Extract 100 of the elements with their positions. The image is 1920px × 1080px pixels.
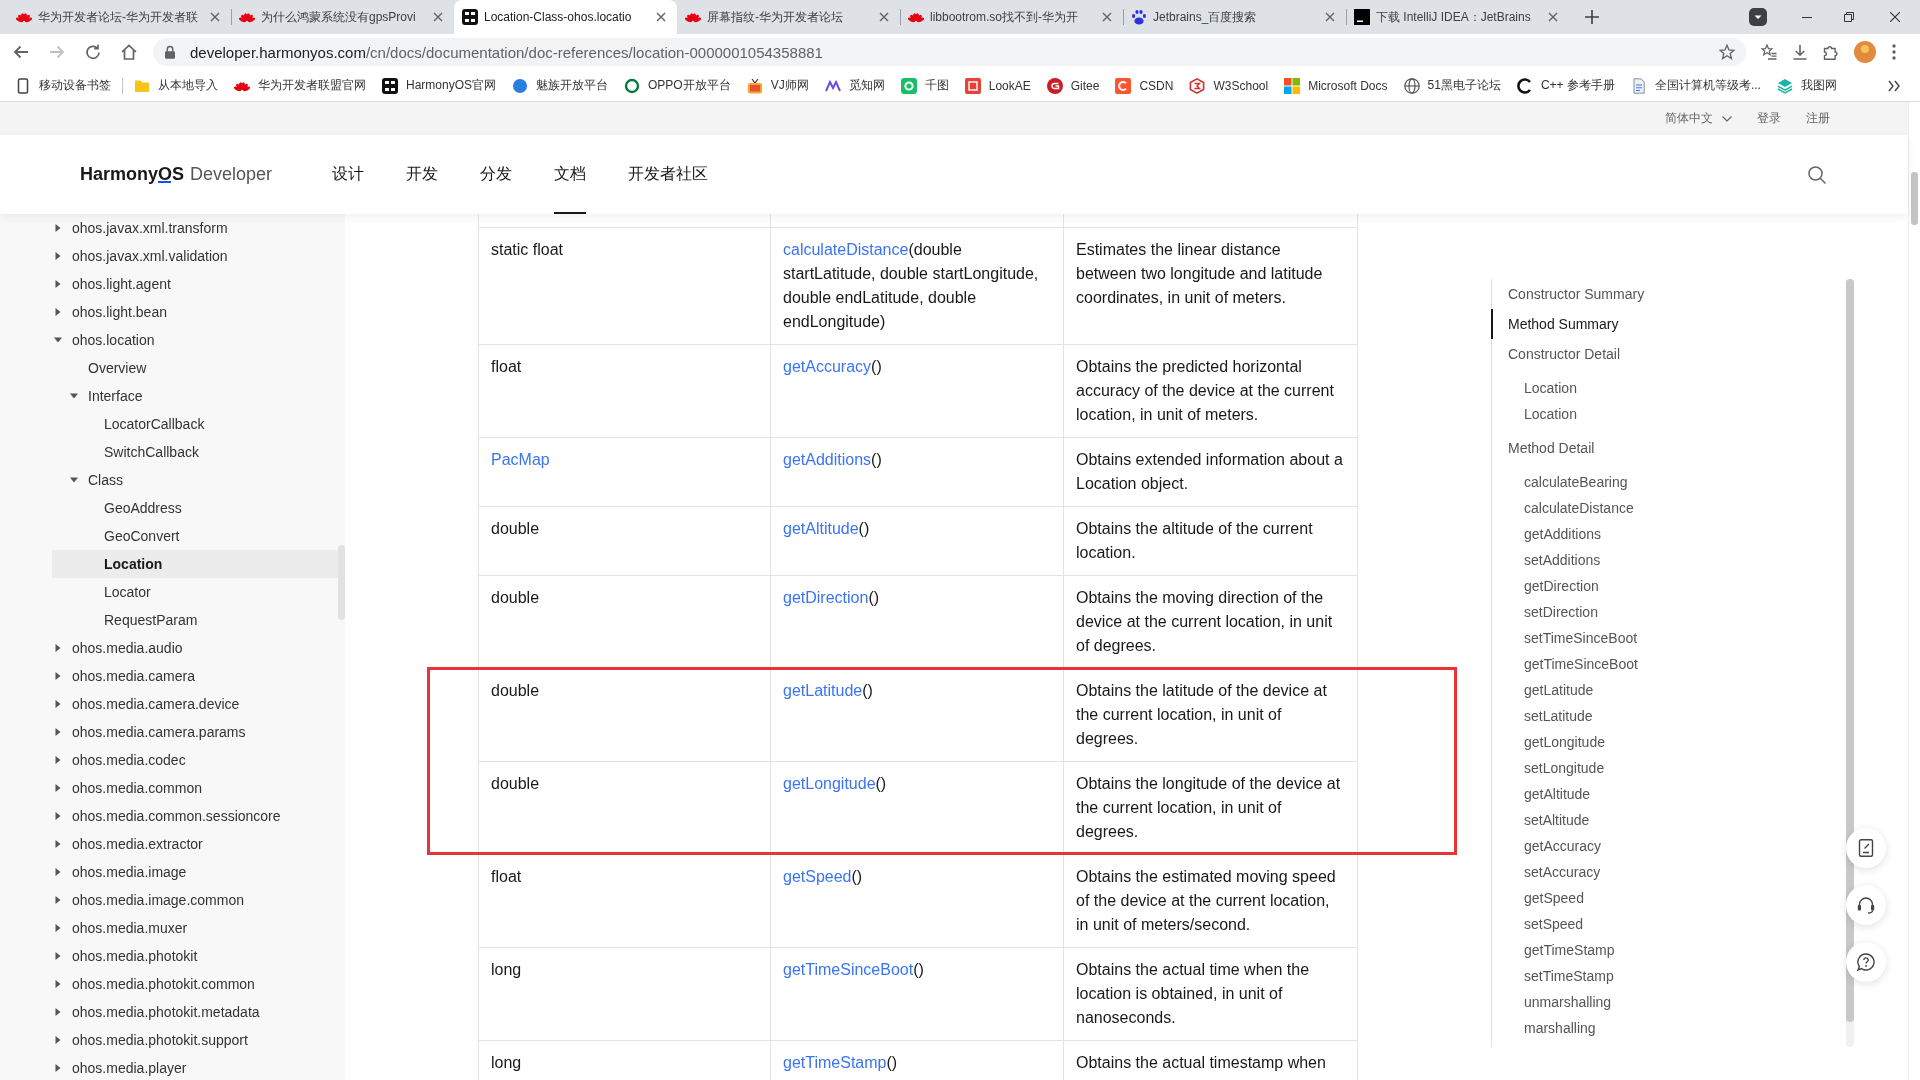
caret-icon[interactable]: [54, 924, 62, 932]
bookmark[interactable]: 魅族开放平台: [504, 72, 617, 99]
toc-link[interactable]: setLatitude: [1491, 703, 1846, 729]
browser-tab[interactable]: 为什么鸿蒙系统没有gpsProvi: [231, 0, 454, 34]
caret-icon[interactable]: [54, 784, 62, 792]
bookmark[interactable]: 千图: [892, 72, 957, 99]
search-icon[interactable]: [1808, 165, 1826, 184]
toc-link[interactable]: getAdditions: [1491, 521, 1846, 547]
browser-tab[interactable]: 下载 IntelliJ IDEA：JetBrains: [1346, 0, 1569, 34]
browser-tab[interactable]: 屏幕指纹-华为开发者论坛: [677, 0, 900, 34]
caret-icon[interactable]: [54, 336, 62, 344]
menu-icon[interactable]: [1892, 44, 1896, 60]
tree-item[interactable]: Overview: [52, 354, 338, 382]
tree-item[interactable]: ohos.media.camera: [52, 662, 338, 690]
bookmark[interactable]: 51黑电子论坛: [1395, 72, 1509, 99]
tree-item[interactable]: ohos.media.photokit.common: [52, 970, 338, 998]
method-link[interactable]: getSpeed: [783, 867, 852, 885]
toc-link[interactable]: getLongitude: [1491, 729, 1846, 755]
caret-icon[interactable]: [54, 672, 62, 680]
method-link[interactable]: calculateDistance: [783, 240, 909, 258]
method-link[interactable]: getAdditions: [783, 450, 872, 468]
nav-tab[interactable]: 开发: [406, 135, 439, 214]
bookmark[interactable]: 我图网: [1768, 72, 1845, 99]
tree-item[interactable]: ohos.javax.xml.validation: [52, 242, 338, 270]
tree-item[interactable]: ohos.media.photokit.support: [52, 1026, 338, 1054]
caret-icon[interactable]: [54, 812, 62, 820]
method-link[interactable]: getAccuracy: [783, 357, 872, 375]
caret-icon[interactable]: [54, 756, 62, 764]
bookmark[interactable]: 移动设备书签: [7, 72, 119, 99]
dropdown-icon[interactable]: [1749, 8, 1767, 26]
bookmark[interactable]: Microsoft Docs: [1276, 72, 1396, 99]
toc-link[interactable]: getTimeSinceBoot: [1491, 651, 1846, 677]
minimize-icon[interactable]: [1802, 16, 1812, 18]
browser-tab[interactable]: 华为开发者论坛-华为开发者联: [8, 0, 231, 34]
plus-icon[interactable]: [1585, 10, 1599, 24]
nav-tab[interactable]: 分发: [480, 135, 513, 214]
toc-link[interactable]: getDirection: [1491, 573, 1846, 599]
tree-item[interactable]: ohos.media.audio: [52, 634, 338, 662]
toc-link[interactable]: setLongitude: [1491, 755, 1846, 781]
toc-link[interactable]: setSpeed: [1491, 911, 1846, 937]
tree-item[interactable]: LocatorCallback: [52, 410, 338, 438]
toc-link[interactable]: Method Detail: [1491, 433, 1846, 463]
toc-link[interactable]: Constructor Summary: [1491, 279, 1846, 309]
bookmark[interactable]: HarmonyOS官网: [374, 72, 505, 99]
caret-icon[interactable]: [54, 280, 62, 288]
bookmark[interactable]: W3School: [1181, 72, 1277, 99]
toc-link[interactable]: setTimeSinceBoot: [1491, 625, 1846, 651]
tree-item[interactable]: ohos.media.common: [52, 774, 338, 802]
site-logo[interactable]: HarmonyOS Developer: [80, 164, 273, 185]
toc-link[interactable]: Constructor Detail: [1491, 339, 1846, 369]
bookmark[interactable]: 从本地导入: [126, 72, 226, 99]
toc-link[interactable]: getAccuracy: [1491, 833, 1846, 859]
nav-tab[interactable]: 开发者社区: [628, 135, 709, 214]
tree-item[interactable]: Class: [52, 466, 338, 494]
tree-item[interactable]: ohos.location: [52, 326, 338, 354]
toc-link[interactable]: getTimeStamp: [1491, 937, 1846, 963]
tree-item[interactable]: ohos.media.camera.params: [52, 718, 338, 746]
puzzle-icon[interactable]: [1823, 44, 1839, 60]
caret-icon[interactable]: [54, 644, 62, 652]
method-link[interactable]: getDirection: [783, 588, 869, 606]
download-icon[interactable]: [1792, 44, 1808, 60]
caret-icon[interactable]: [54, 840, 62, 848]
browser-tab[interactable]: Jetbrains_百度搜索: [1123, 0, 1346, 34]
home-icon[interactable]: [121, 44, 137, 60]
login-link[interactable]: 登录: [1757, 110, 1781, 127]
help-button[interactable]: [1846, 942, 1886, 982]
scrollbar[interactable]: [338, 545, 345, 620]
close-icon[interactable]: [210, 12, 220, 22]
headset-button[interactable]: [1846, 885, 1886, 925]
browser-tab[interactable]: Location-Class-ohos.locatio: [454, 0, 677, 34]
bookmark[interactable]: CSDN: [1107, 72, 1182, 99]
tree-item[interactable]: Location: [52, 550, 338, 578]
double-chevron-icon[interactable]: [1888, 79, 1900, 92]
caret-icon[interactable]: [54, 1036, 62, 1044]
toc-link[interactable]: getLatitude: [1491, 677, 1846, 703]
tree-item[interactable]: ohos.media.camera.device: [52, 690, 338, 718]
toc-link[interactable]: calculateBearing: [1491, 469, 1846, 495]
toc-link[interactable]: getSpeed: [1491, 885, 1846, 911]
caret-icon[interactable]: [54, 252, 62, 260]
tree-item[interactable]: ohos.media.photokit.metadata: [52, 998, 338, 1026]
close-icon[interactable]: [879, 12, 889, 22]
caret-icon[interactable]: [54, 1064, 62, 1072]
type-link[interactable]: PacMap: [491, 450, 550, 468]
tree-item[interactable]: ohos.media.common.sessioncore: [52, 802, 338, 830]
tree-item[interactable]: ohos.light.bean: [52, 298, 338, 326]
tree-item[interactable]: ohos.light.agent: [52, 270, 338, 298]
toc-link[interactable]: Location: [1491, 401, 1846, 427]
language-selector[interactable]: 简体中文: [1665, 110, 1732, 127]
toc-link[interactable]: setAdditions: [1491, 547, 1846, 573]
bookmark[interactable]: LookAE: [956, 72, 1039, 99]
toc-link[interactable]: setDirection: [1491, 599, 1846, 625]
caret-icon[interactable]: [54, 980, 62, 988]
caret-icon[interactable]: [54, 868, 62, 876]
avatar-icon[interactable]: [1854, 41, 1876, 63]
close-icon[interactable]: [1102, 12, 1112, 22]
bookmark[interactable]: C++ 参考手册: [1508, 72, 1623, 99]
caret-icon[interactable]: [70, 476, 78, 484]
tree-item[interactable]: GeoAddress: [52, 494, 338, 522]
caret-icon[interactable]: [54, 952, 62, 960]
caret-icon[interactable]: [54, 728, 62, 736]
